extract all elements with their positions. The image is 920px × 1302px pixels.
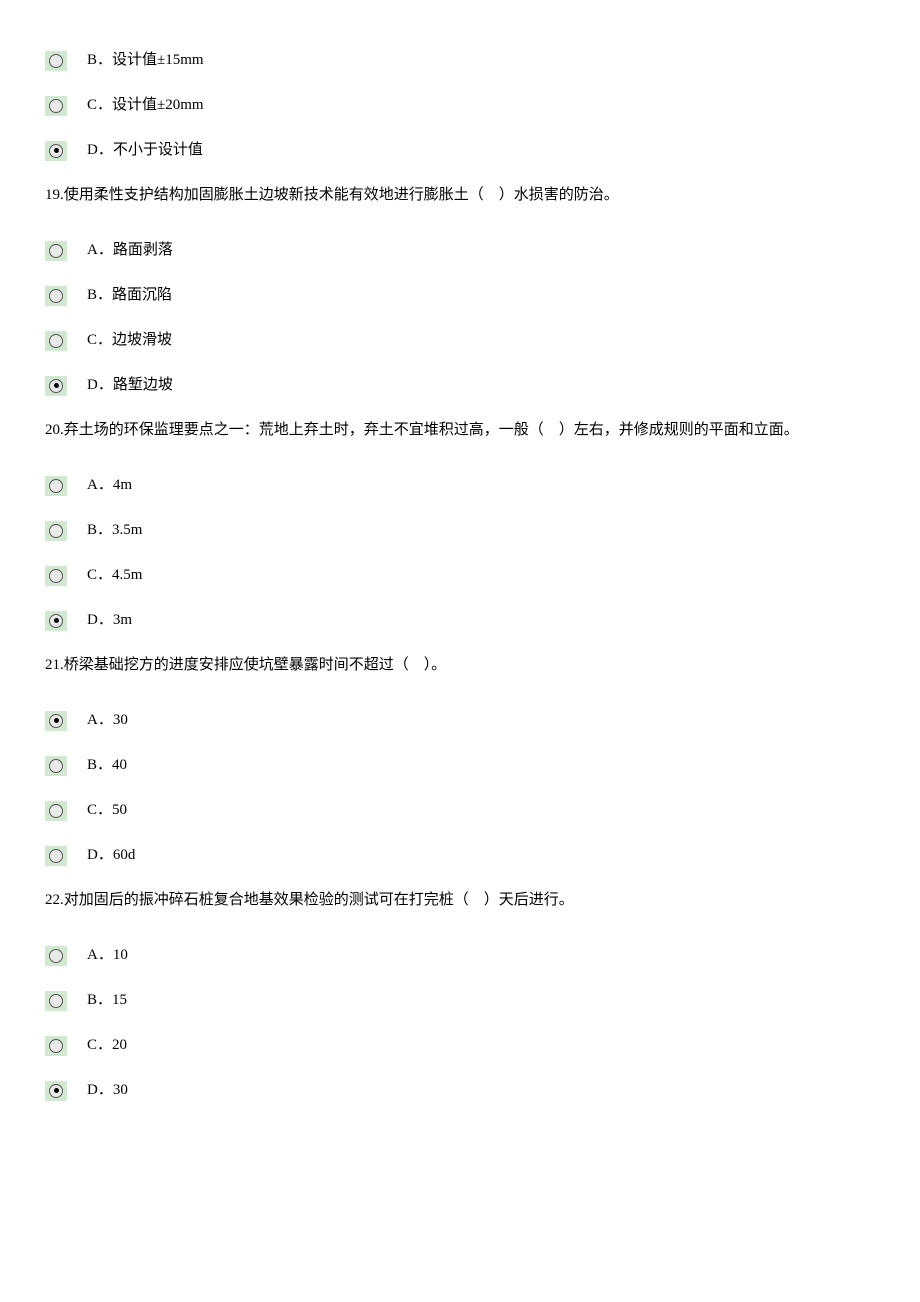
- question-text: 19.使用柔性支护结构加固膨胀土边坡新技术能有效地进行膨胀土（ ）水损害的防治。: [45, 185, 875, 206]
- radio-outer-circle: [49, 524, 63, 538]
- radio-icon[interactable]: [45, 801, 67, 821]
- option-row[interactable]: C．边坡滑坡: [45, 330, 875, 351]
- option-label: D．路堑边坡: [87, 375, 173, 396]
- radio-icon[interactable]: [45, 141, 67, 161]
- question-text: 22.对加固后的振冲碎石桩复合地基效果检验的测试可在打完桩（ ）天后进行。: [45, 890, 875, 911]
- option-row[interactable]: D．3m: [45, 610, 875, 631]
- radio-icon[interactable]: [45, 1081, 67, 1101]
- option-row[interactable]: D．路堑边坡: [45, 375, 875, 396]
- radio-outer-circle: [49, 614, 63, 628]
- option-row[interactable]: A．路面剥落: [45, 240, 875, 261]
- radio-icon[interactable]: [45, 946, 67, 966]
- option-label: B．设计值±15mm: [87, 50, 204, 71]
- radio-outer-circle: [49, 144, 63, 158]
- option-label: D．3m: [87, 610, 132, 631]
- option-label: C．50: [87, 800, 127, 821]
- radio-outer-circle: [49, 849, 63, 863]
- option-row[interactable]: C．20: [45, 1035, 875, 1056]
- option-row[interactable]: D．60d: [45, 845, 875, 866]
- option-label: B．路面沉陷: [87, 285, 172, 306]
- option-label: C．20: [87, 1035, 127, 1056]
- option-label: B．40: [87, 755, 127, 776]
- radio-outer-circle: [49, 949, 63, 963]
- option-row[interactable]: D．不小于设计值: [45, 140, 875, 161]
- option-label: A．4m: [87, 475, 132, 496]
- radio-icon[interactable]: [45, 991, 67, 1011]
- radio-icon[interactable]: [45, 96, 67, 116]
- exam-content: B．设计值±15mm C．设计值±20mm D．不小于设计值 19.使用柔性支护结构加…: [45, 50, 875, 1101]
- option-row[interactable]: D．30: [45, 1080, 875, 1101]
- radio-outer-circle: [49, 1084, 63, 1098]
- option-row[interactable]: B．15: [45, 990, 875, 1011]
- radio-selected-dot: [54, 718, 59, 723]
- option-label: C．设计值±20mm: [87, 95, 204, 116]
- option-label: A．30: [87, 710, 128, 731]
- radio-outer-circle: [49, 1039, 63, 1053]
- option-label: B．3.5m: [87, 520, 142, 541]
- radio-outer-circle: [49, 479, 63, 493]
- option-row[interactable]: B．40: [45, 755, 875, 776]
- option-row[interactable]: B．3.5m: [45, 520, 875, 541]
- radio-outer-circle: [49, 994, 63, 1008]
- option-label: A．路面剥落: [87, 240, 173, 261]
- option-row[interactable]: C．50: [45, 800, 875, 821]
- option-label: B．15: [87, 990, 127, 1011]
- radio-outer-circle: [49, 759, 63, 773]
- question-text: 20.弃土场的环保监理要点之一：荒地上弃土时，弃土不宜堆积过高，一般（ ）左右，…: [45, 420, 875, 441]
- radio-icon[interactable]: [45, 521, 67, 541]
- option-row[interactable]: B．路面沉陷: [45, 285, 875, 306]
- radio-icon[interactable]: [45, 376, 67, 396]
- radio-selected-dot: [54, 148, 59, 153]
- option-row[interactable]: A．4m: [45, 475, 875, 496]
- radio-icon[interactable]: [45, 711, 67, 731]
- radio-icon[interactable]: [45, 241, 67, 261]
- radio-icon[interactable]: [45, 331, 67, 351]
- option-label: D．不小于设计值: [87, 140, 203, 161]
- radio-outer-circle: [49, 804, 63, 818]
- option-row[interactable]: C．设计值±20mm: [45, 95, 875, 116]
- option-label: D．30: [87, 1080, 128, 1101]
- radio-icon[interactable]: [45, 611, 67, 631]
- radio-outer-circle: [49, 334, 63, 348]
- radio-selected-dot: [54, 1088, 59, 1093]
- radio-outer-circle: [49, 569, 63, 583]
- radio-icon[interactable]: [45, 846, 67, 866]
- option-label: C．边坡滑坡: [87, 330, 172, 351]
- radio-outer-circle: [49, 99, 63, 113]
- radio-icon[interactable]: [45, 476, 67, 496]
- radio-outer-circle: [49, 244, 63, 258]
- radio-icon[interactable]: [45, 286, 67, 306]
- radio-outer-circle: [49, 379, 63, 393]
- radio-icon[interactable]: [45, 756, 67, 776]
- option-label: A．10: [87, 945, 128, 966]
- option-label: C．4.5m: [87, 565, 142, 586]
- option-row[interactable]: C．4.5m: [45, 565, 875, 586]
- radio-icon[interactable]: [45, 1036, 67, 1056]
- option-row[interactable]: A．30: [45, 710, 875, 731]
- radio-outer-circle: [49, 714, 63, 728]
- option-row[interactable]: B．设计值±15mm: [45, 50, 875, 71]
- radio-selected-dot: [54, 618, 59, 623]
- question-text: 21.桥梁基础挖方的进度安排应使坑壁暴露时间不超过（ ）。: [45, 655, 875, 676]
- option-label: D．60d: [87, 845, 135, 866]
- radio-outer-circle: [49, 54, 63, 68]
- radio-outer-circle: [49, 289, 63, 303]
- radio-icon[interactable]: [45, 51, 67, 71]
- radio-icon[interactable]: [45, 566, 67, 586]
- option-row[interactable]: A．10: [45, 945, 875, 966]
- radio-selected-dot: [54, 383, 59, 388]
